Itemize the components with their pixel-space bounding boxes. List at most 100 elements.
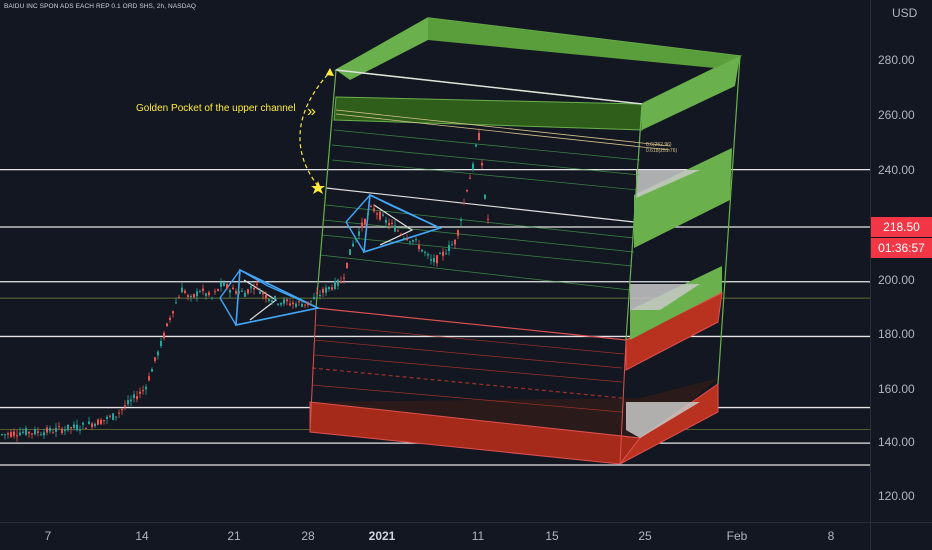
candle-body: [271, 300, 273, 302]
candle-body: [193, 294, 195, 298]
candle-body: [22, 431, 24, 433]
candle-body: [46, 427, 48, 433]
candle-body: [256, 283, 258, 285]
candle-body: [283, 299, 285, 304]
candle-body: [1, 434, 3, 436]
candle-body: [340, 281, 342, 284]
candle-body: [268, 299, 270, 302]
candle-body: [376, 213, 378, 215]
candle-body: [184, 290, 186, 293]
candle-body: [463, 202, 465, 204]
pattern-drawings: [219, 193, 443, 326]
candle-body: [409, 241, 411, 243]
candle-body: [334, 281, 336, 289]
candle-body: [145, 386, 147, 390]
golden-pocket-annotation: Golden Pocket of the upper channel: [136, 103, 296, 114]
candle-body: [100, 419, 102, 425]
currency-label: USD: [892, 6, 918, 20]
candle-body: [391, 222, 393, 224]
candle-body: [208, 292, 210, 296]
time-tick: 14: [135, 529, 149, 543]
candle-body: [313, 297, 315, 300]
green-top-band-back: [428, 18, 740, 70]
candle-body: [97, 419, 99, 425]
candle-body: [265, 295, 267, 299]
candle-body: [115, 416, 117, 418]
candle-body: [160, 341, 162, 347]
candle-body: [109, 415, 111, 417]
candle-body: [322, 288, 324, 293]
candle-body: [211, 297, 213, 299]
candle-body: [217, 289, 219, 291]
candle-body: [85, 427, 87, 429]
candle-body: [412, 240, 414, 242]
candles: [1, 128, 489, 442]
candle-body: [34, 429, 36, 435]
time-tick: 21: [227, 529, 241, 543]
candle-body: [238, 291, 240, 294]
candle-body: [175, 302, 177, 304]
candle-body: [199, 291, 201, 293]
candle-body: [82, 422, 84, 425]
candle-body: [106, 416, 108, 420]
price-tick: 260.00: [878, 108, 915, 122]
candle-body: [127, 400, 129, 405]
candle-body: [316, 292, 318, 294]
candle-body: [136, 396, 138, 400]
candle-body: [43, 432, 45, 436]
candle-body: [346, 262, 348, 268]
candle-body: [406, 238, 408, 241]
candle-body: [142, 390, 144, 392]
price-tick: 160.00: [878, 382, 915, 396]
candle-body: [88, 421, 90, 424]
candle-body: [202, 288, 204, 292]
candle-body: [397, 230, 399, 232]
candle-body: [475, 144, 477, 147]
candle-body: [157, 351, 159, 356]
candle-body: [487, 218, 489, 220]
candle-body: [244, 292, 246, 297]
price-tick: 180.00: [878, 327, 915, 341]
chart-area[interactable]: BAIDU INC SPON ADS EACH REP 0.1 ORD SHS,…: [0, 0, 932, 550]
candle-body: [274, 295, 276, 300]
candle-body: [355, 238, 357, 240]
candle-body: [478, 132, 480, 141]
candle-body: [214, 291, 216, 293]
time-tick: 11: [471, 529, 485, 543]
candle-body: [427, 254, 429, 256]
candle-body: [169, 317, 171, 320]
green-top-band-right: [642, 56, 740, 130]
bar-countdown-badge: 01:36:57: [871, 238, 932, 258]
candle-body: [250, 286, 252, 289]
candle-body: [469, 177, 471, 179]
candle-body: [205, 293, 207, 296]
candle-body: [301, 303, 303, 307]
channel-upper-mid-line: [325, 187, 635, 223]
candle-body: [418, 245, 420, 250]
candle-body: [49, 428, 51, 432]
price-tick: 120.00: [878, 489, 915, 503]
candle-body: [451, 244, 453, 246]
candle-body: [52, 432, 54, 434]
candle-body: [190, 296, 192, 298]
candle-body: [154, 357, 156, 361]
3d-channel-drawing: [309, 17, 743, 465]
candle-body: [415, 239, 417, 241]
candle-body: [277, 303, 279, 305]
candle-body: [241, 290, 243, 292]
annotation-arrow: [299, 68, 334, 194]
fib-label-b: 0.618(251.76): [646, 148, 677, 154]
candle-body: [481, 162, 483, 166]
price-tick: 240.00: [878, 163, 915, 177]
candle-body: [247, 289, 249, 294]
candle-body: [70, 427, 72, 429]
candle-body: [424, 251, 426, 253]
price-plot[interactable]: » 0.6(252.96) 0.618(251.76): [0, 0, 870, 522]
candle-body: [442, 251, 444, 256]
candle-body: [370, 205, 372, 207]
candle-body: [91, 423, 93, 428]
double-chevron-icon: »: [307, 103, 316, 120]
candle-body: [358, 231, 360, 236]
candle-body: [343, 277, 345, 279]
candle-body: [163, 332, 165, 339]
